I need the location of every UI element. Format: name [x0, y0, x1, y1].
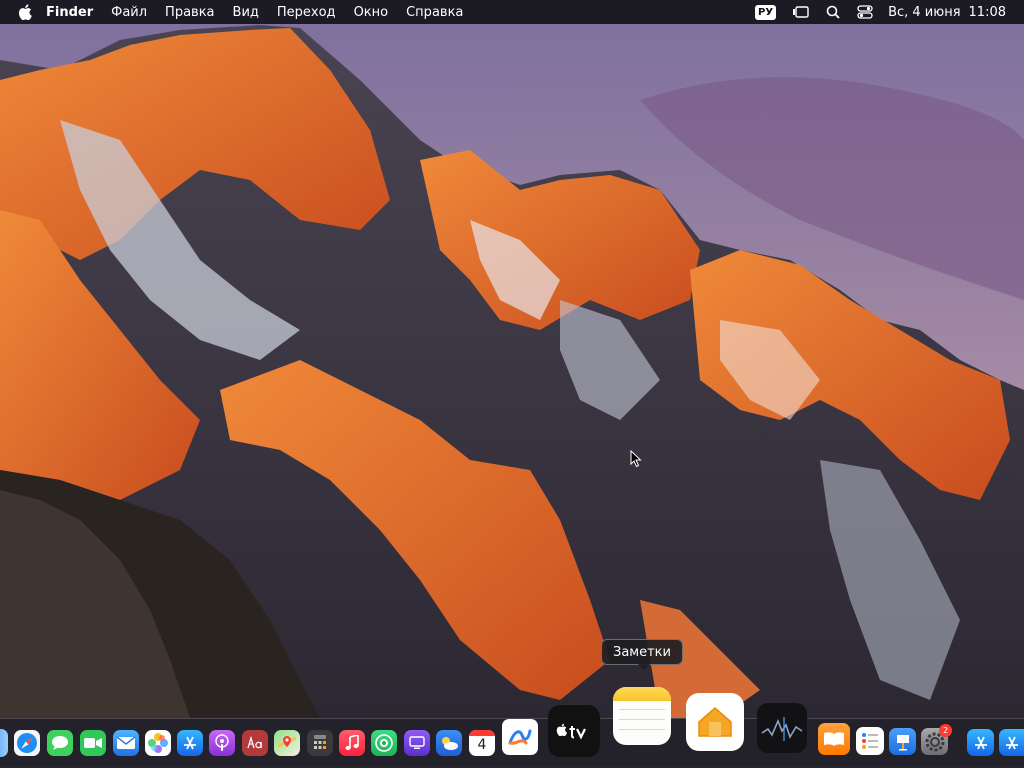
menu-go[interactable]: Переход [277, 5, 336, 20]
system-settings-badge: 2 [939, 724, 952, 737]
clock-time: 11:08 [968, 4, 1006, 20]
apple-tv-icon[interactable] [548, 705, 600, 757]
search-icon[interactable] [824, 5, 842, 19]
control-center-icon[interactable] [856, 5, 874, 19]
facetime-icon[interactable] [80, 730, 106, 756]
keynote-icon[interactable] [889, 728, 916, 755]
menu-help[interactable]: Справка [406, 5, 463, 20]
clock-date: Вс, 4 июня [888, 4, 961, 20]
menu-edit[interactable]: Правка [165, 5, 214, 20]
calendar-day: 4 [477, 737, 487, 753]
menu-app-name[interactable]: Finder [46, 5, 93, 20]
weather-icon[interactable] [436, 730, 462, 756]
books-icon[interactable] [818, 723, 850, 755]
freeform-icon[interactable] [502, 719, 538, 755]
stage-manager-icon[interactable] [792, 5, 810, 19]
app-store-icon[interactable] [177, 730, 203, 756]
dock-tooltip: Заметки [601, 639, 683, 670]
messages-icon[interactable] [47, 730, 73, 756]
system-settings-icon[interactable]: 2 [921, 724, 952, 755]
input-source-indicator[interactable]: РУ [755, 4, 777, 20]
app-store-2-icon[interactable] [967, 729, 994, 756]
photos-icon[interactable] [145, 730, 171, 756]
find-my-icon[interactable] [371, 730, 397, 756]
mail-icon[interactable] [113, 730, 139, 756]
podcasts-icon[interactable] [209, 730, 235, 756]
notes-icon[interactable] [613, 687, 671, 745]
music-icon[interactable] [339, 730, 365, 756]
mountain-wallpaper [0, 0, 1024, 768]
reminders-icon[interactable] [856, 727, 884, 755]
screen-time-icon[interactable] [404, 730, 430, 756]
menu-view[interactable]: Вид [233, 5, 259, 20]
finder-icon[interactable] [0, 729, 8, 757]
mouse-cursor-icon [630, 450, 642, 468]
calculator-icon[interactable] [307, 730, 333, 756]
menu-window[interactable]: Окно [354, 5, 389, 20]
home-icon[interactable] [686, 693, 744, 751]
desktop-wallpaper [0, 0, 1024, 768]
stocks-icon[interactable] [757, 703, 807, 753]
menu-clock[interactable]: Вс, 4 июня 11:08 [888, 5, 1006, 20]
menu-file[interactable]: Файл [111, 5, 147, 20]
maps-icon[interactable] [274, 730, 300, 756]
app-store-3-icon[interactable] [999, 729, 1024, 756]
menu-bar: Finder Файл Правка Вид Переход Окно Спра… [0, 0, 1024, 24]
safari-icon[interactable] [14, 730, 40, 756]
dictionary-icon[interactable] [242, 730, 268, 756]
dock: 4 2 [0, 687, 1024, 767]
apple-icon[interactable] [18, 4, 32, 20]
calendar-icon[interactable]: 4 [469, 730, 495, 756]
